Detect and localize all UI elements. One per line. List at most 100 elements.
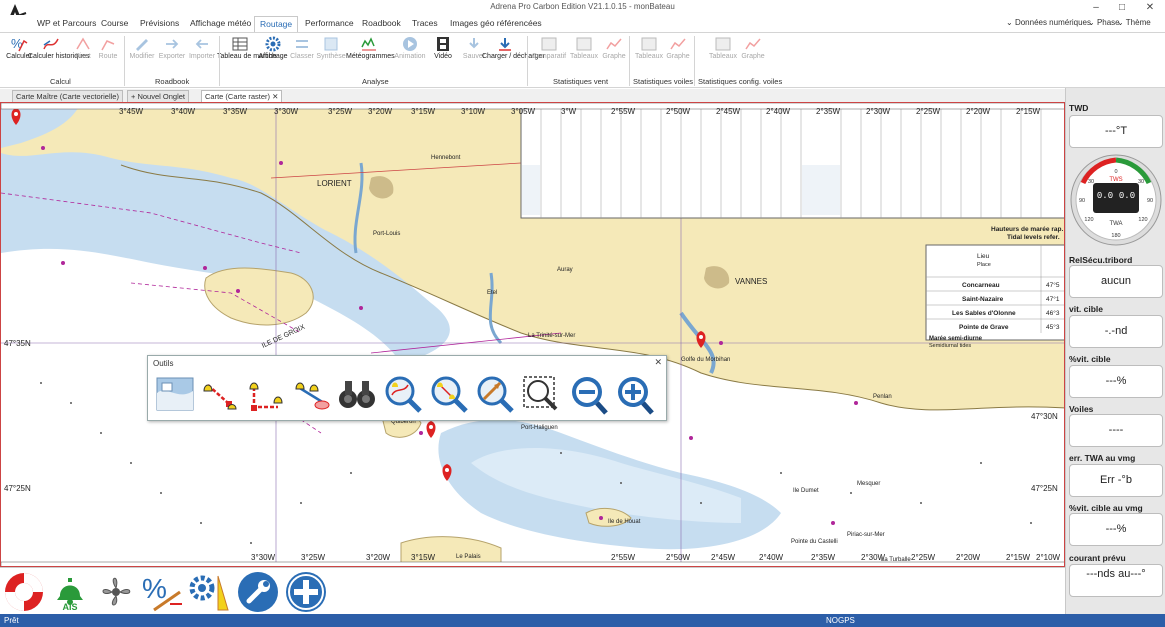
close-icon[interactable]: ✕ xyxy=(270,92,278,101)
label-vit-cible: vit. cible xyxy=(1069,304,1104,314)
lorient-town xyxy=(369,176,394,199)
graph-icon xyxy=(745,38,761,50)
tidal-level-row-name: Concarneau xyxy=(962,282,1000,289)
value-pct-vit-cible[interactable]: ---% xyxy=(1069,365,1163,398)
tidal-level-row-lat: 46°3 xyxy=(1046,309,1060,317)
tab-carte-raster[interactable]: Carte (Carte raster) ✕ xyxy=(201,90,283,102)
maximize-button[interactable]: □ xyxy=(1111,0,1133,15)
zoom-all-icon[interactable] xyxy=(428,373,470,415)
stats-voiles-graphe-button[interactable]: Graphe xyxy=(661,35,695,75)
tools-palette-close-button[interactable]: ✕ xyxy=(654,357,662,368)
synthese-button[interactable]: Synthèse xyxy=(314,35,348,75)
tools-palette: Outils ✕ xyxy=(147,355,667,421)
routing-calc-icon: % xyxy=(11,36,28,52)
gear-sail-icon[interactable] xyxy=(186,570,230,614)
summary-icon xyxy=(324,37,338,51)
ais-button[interactable]: AIS xyxy=(48,570,92,614)
menu-phase[interactable]: ⌄ Phase xyxy=(1088,18,1120,27)
lon-label-bottom: 2°15W xyxy=(1006,553,1031,562)
label-voiles: Voiles xyxy=(1069,404,1094,414)
zoom-in-icon[interactable] xyxy=(612,373,654,415)
table-icon xyxy=(641,37,657,51)
percent-polar-icon[interactable]: % xyxy=(140,570,184,614)
value-vit-cible[interactable]: -.-nd xyxy=(1069,315,1163,348)
export-icon xyxy=(166,39,179,49)
tab-routage[interactable]: Routage xyxy=(254,16,299,32)
tidal-levels-note: Semidiurnal tides xyxy=(929,343,971,349)
binoculars-icon[interactable] xyxy=(336,373,378,415)
menu-donnees-numeriques[interactable]: ⌄ Données numériques xyxy=(1006,18,1091,27)
import-icon xyxy=(195,39,208,49)
lon-label-bottom: 2°20W xyxy=(956,553,981,562)
label-pct-vit-cible-vmg: %vit. cible au vmg xyxy=(1069,503,1143,513)
lon-label-bottom: 2°55W xyxy=(611,553,636,562)
value-relsecu-tribord[interactable]: aucun xyxy=(1069,265,1163,298)
routing-history-icon xyxy=(43,38,59,50)
lon-label-top: 3°W xyxy=(561,107,577,116)
gauge-left-value: 0.0 xyxy=(1097,191,1113,201)
wrench-icon[interactable] xyxy=(236,570,280,614)
lon-label-bottom: 2°40W xyxy=(759,553,784,562)
group-separator xyxy=(219,36,220,86)
value-err-twa-vmg[interactable]: Err -°b xyxy=(1069,464,1163,497)
lon-label-top: 3°40W xyxy=(171,107,196,116)
tab-previsions[interactable]: Prévisions xyxy=(140,16,179,32)
place-label: Penlan xyxy=(873,394,892,400)
route-edit-icon[interactable] xyxy=(244,373,286,415)
tidal-levels-title: Hauteurs de marée rap. xyxy=(991,226,1063,233)
tab-course[interactable]: Course xyxy=(101,16,128,32)
route-insert-icon[interactable] xyxy=(290,373,332,415)
value-pct-vit-cible-vmg[interactable]: ---% xyxy=(1069,513,1163,546)
document-tabs: Carte Maître (Carte vectorielle) + Nouve… xyxy=(0,89,1165,102)
tab-wp-parcours[interactable]: WP et Parcours xyxy=(37,16,96,32)
instrument-panel: TWD ---°T TWS TWA 0.0 0.0 0 30 30 90 90 … xyxy=(1065,88,1165,614)
chart-select-icon[interactable] xyxy=(154,373,196,415)
sort-icon xyxy=(296,40,308,48)
propeller-icon[interactable] xyxy=(94,570,138,614)
graph-icon xyxy=(606,38,622,50)
menu-bar: WP et Parcours Course Prévisions Afficha… xyxy=(0,15,1165,32)
lon-label-bottom: 2°35W xyxy=(811,553,836,562)
importer-button[interactable]: Importer xyxy=(185,35,219,75)
charger-decharger-button[interactable]: Charger / décharger xyxy=(482,35,545,75)
zoom-heading-icon[interactable] xyxy=(474,373,516,415)
place-label: La Trinité-sur-Mer xyxy=(528,333,575,339)
title-bar: Adrena Pro Carbon Edition V21.1.0.15 - m… xyxy=(0,0,1165,25)
place-label: Ile de Houat xyxy=(608,519,641,525)
place-label: Auray xyxy=(557,267,573,273)
tab-performance[interactable]: Performance xyxy=(305,16,354,32)
vannes-town xyxy=(704,266,730,289)
route-create-icon[interactable] xyxy=(198,373,240,415)
value-voiles[interactable]: ---- xyxy=(1069,414,1163,447)
tab-affichage-meteo[interactable]: Affichage météo xyxy=(190,16,251,32)
tidal-levels-note: Marée semi-diurne xyxy=(929,336,983,342)
lifebuoy-icon[interactable] xyxy=(2,570,46,614)
close-button[interactable]: ✕ xyxy=(1139,0,1161,15)
tab-images-geo[interactable]: Images géo référencées xyxy=(450,16,542,32)
svg-text:%: % xyxy=(11,36,23,51)
tab-traces[interactable]: Traces xyxy=(412,16,438,32)
tab-carte-maitre[interactable]: Carte Maître (Carte vectorielle) xyxy=(12,90,123,102)
zoom-area-icon[interactable] xyxy=(382,373,424,415)
gauge-scale-label: 30 xyxy=(1138,179,1144,185)
value-twd[interactable]: ---°T xyxy=(1069,115,1163,148)
lon-label-top: 2°20W xyxy=(966,107,991,116)
nautical-chart[interactable]: 3°45W 3°40W 3°35W 3°30W 3°25W 3°20W 3°15… xyxy=(0,102,1065,567)
minimize-button[interactable]: – xyxy=(1085,0,1107,15)
value-courant-prevu[interactable]: ---nds au---° xyxy=(1069,564,1163,597)
menu-theme[interactable]: ⌄ Thème xyxy=(1117,18,1151,27)
zoom-box-icon[interactable] xyxy=(520,373,562,415)
plus-icon[interactable] xyxy=(284,570,328,614)
wind-gauge-icon[interactable]: TWS TWA 0.0 0.0 0 30 30 90 90 120 120 18… xyxy=(1069,153,1163,248)
tab-nouvel-onglet[interactable]: + Nouvel Onglet xyxy=(127,90,189,102)
lon-label-top: 3°10W xyxy=(461,107,486,116)
place-label: Port-Louis xyxy=(373,231,400,237)
lon-label-top: 3°25W xyxy=(328,107,353,116)
tab-roadbook[interactable]: Roadbook xyxy=(362,16,401,32)
group-label-calcul: Calcul xyxy=(50,77,71,86)
lon-label-bottom: 2°45W xyxy=(711,553,736,562)
zoom-out-icon[interactable] xyxy=(566,373,608,415)
stats-config-graphe-button[interactable]: Graphe xyxy=(736,35,770,75)
table-icon xyxy=(232,37,248,51)
meteogrammes-button[interactable]: Météogrammes xyxy=(346,35,395,75)
